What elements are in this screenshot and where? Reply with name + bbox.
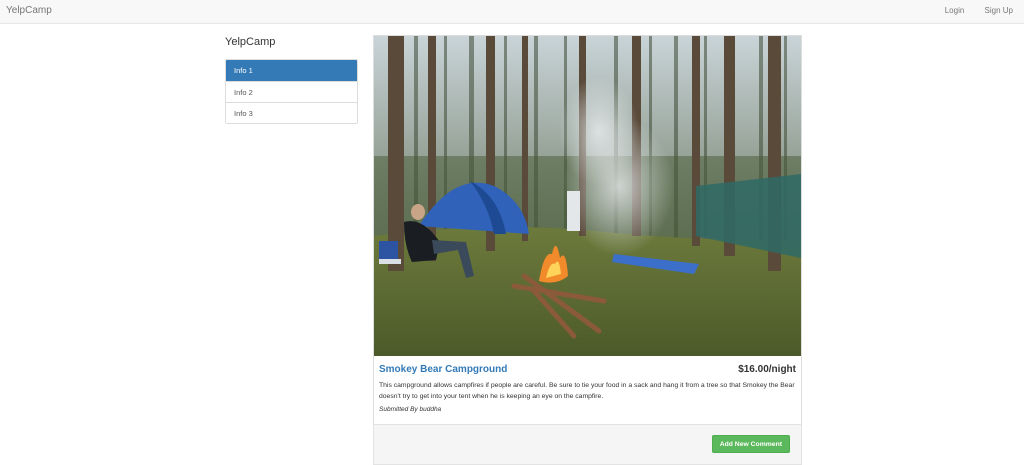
sidebar-title: YelpCamp — [225, 36, 276, 48]
brand-link[interactable]: YelpCamp — [6, 5, 52, 16]
add-new-comment-button[interactable]: Add New Comment — [711, 435, 790, 453]
comments-well: Add New Comment — [373, 424, 802, 465]
signup-link[interactable]: Sign Up — [985, 6, 1013, 15]
navbar: YelpCamp Login Sign Up — [0, 0, 1024, 24]
submitted-by-label: Submitted By — [379, 406, 418, 413]
campground-thumbnail: Smokey Bear Campground $16.00/night This… — [373, 35, 802, 425]
submitted-by-author: buddha — [419, 406, 442, 413]
submitted-by: Submitted By buddha — [379, 406, 441, 413]
campground-price: $16.00/night — [738, 364, 796, 375]
campground-photo — [374, 36, 801, 356]
sidebar-item-info-1[interactable]: Info 1 — [226, 60, 357, 81]
campground-name-link[interactable]: Smokey Bear Campground — [379, 364, 507, 375]
sidebar-item-info-2[interactable]: Info 2 — [226, 81, 357, 102]
login-link[interactable]: Login — [945, 6, 965, 15]
nav-right: Login Sign Up — [927, 6, 1013, 15]
campground-description: This campground allows campfires if peop… — [379, 382, 795, 400]
sidebar-list: Info 1 Info 2 Info 3 — [225, 59, 358, 124]
sidebar-item-info-3[interactable]: Info 3 — [226, 102, 357, 123]
